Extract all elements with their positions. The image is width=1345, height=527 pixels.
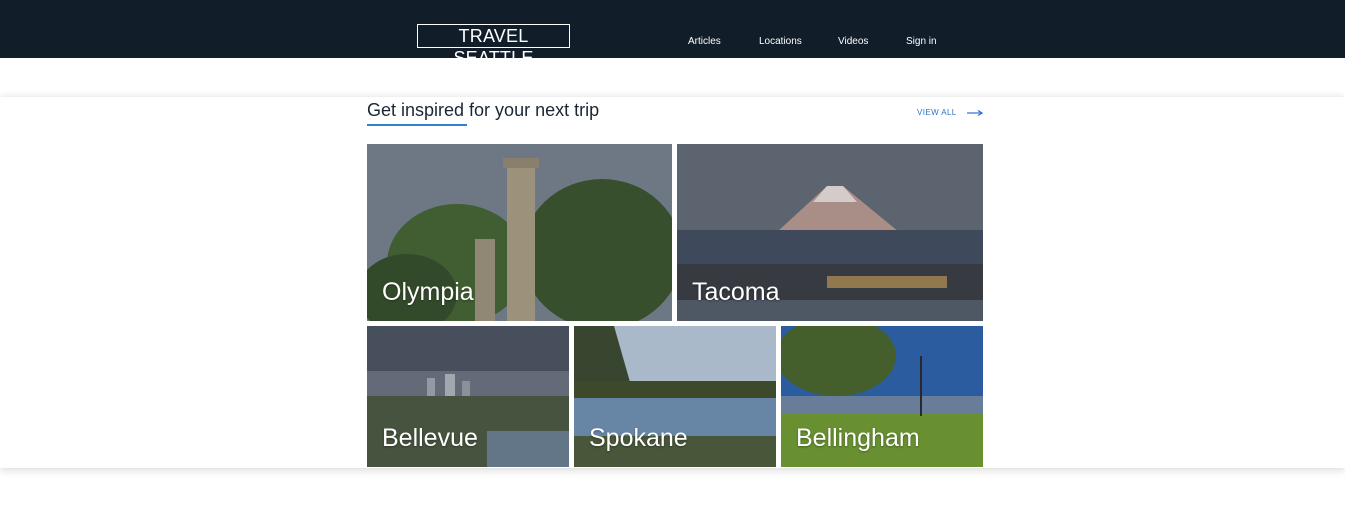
destination-card-tacoma[interactable]: Tacoma (677, 144, 983, 321)
destination-label: Tacoma (692, 278, 780, 306)
destination-card-bellingham[interactable]: Bellingham (781, 326, 983, 467)
destination-label: Bellevue (382, 424, 478, 452)
section-title: Get inspired for your next trip (367, 100, 600, 120)
destination-label: Olympia (382, 278, 474, 306)
destination-label: Spokane (589, 424, 688, 452)
destination-card-spokane[interactable]: Spokane (574, 326, 776, 467)
arrow-right-icon[interactable] (967, 109, 983, 117)
destination-card-olympia[interactable]: Olympia (367, 144, 672, 321)
nav-sign-in[interactable]: Sign in (906, 36, 937, 47)
destination-label: Bellingham (796, 424, 920, 452)
nav-locations[interactable]: Locations (759, 36, 802, 47)
top-header: TRAVEL SEATTLE Articles Locations Videos… (0, 0, 1345, 68)
destination-card-bellevue[interactable]: Bellevue (367, 326, 569, 467)
site-logo[interactable]: TRAVEL SEATTLE (417, 24, 570, 68)
title-underline (367, 124, 467, 126)
view-all-link[interactable]: VIEW ALL (917, 108, 957, 117)
nav-articles[interactable]: Articles (688, 36, 721, 47)
nav-videos[interactable]: Videos (838, 36, 868, 47)
